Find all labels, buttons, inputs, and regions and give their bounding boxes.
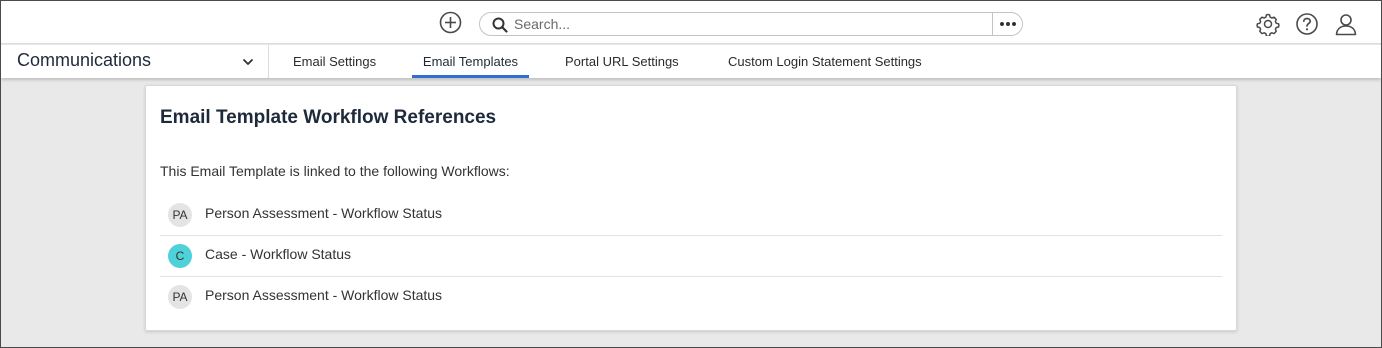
add-button[interactable] xyxy=(439,11,462,34)
workflow-list-item[interactable]: PA Person Assessment - Workflow Status xyxy=(160,195,1222,236)
search-input[interactable] xyxy=(514,14,984,34)
workflow-name[interactable]: Person Assessment - Workflow Status xyxy=(205,287,442,303)
card-title: Email Template Workflow References xyxy=(160,107,497,128)
workflow-list-item[interactable]: C Case - Workflow Status xyxy=(160,236,1222,277)
module-name: Communications xyxy=(17,50,152,70)
tab-email-templates[interactable]: Email Templates xyxy=(412,45,529,78)
plus-circle-icon xyxy=(439,11,462,34)
card-description: This Email Template is linked to the fol… xyxy=(160,163,510,179)
top-bar xyxy=(1,1,1381,44)
settings-button[interactable] xyxy=(1256,12,1280,38)
tab-label: Portal URL Settings xyxy=(565,54,679,69)
module-navigation-bar: Communications Email Settings Email Temp… xyxy=(1,45,1381,78)
search-box[interactable] xyxy=(479,12,1023,36)
workflow-name[interactable]: Person Assessment - Workflow Status xyxy=(205,205,442,221)
profile-button[interactable] xyxy=(1334,12,1358,36)
workflow-list-item[interactable]: PA Person Assessment - Workflow Status xyxy=(160,277,1222,318)
search-icon xyxy=(492,17,508,33)
tab-custom-login-statement-settings[interactable]: Custom Login Statement Settings xyxy=(728,45,922,78)
gear-icon xyxy=(1256,13,1280,38)
module-selector[interactable]: Communications xyxy=(1,45,269,78)
avatar: PA xyxy=(168,285,192,309)
avatar: PA xyxy=(168,203,192,227)
workflow-name[interactable]: Case - Workflow Status xyxy=(205,246,351,262)
search-options-button[interactable] xyxy=(992,13,1022,35)
tab-portal-url-settings[interactable]: Portal URL Settings xyxy=(565,45,679,78)
workflow-references-card: Email Template Workflow References This … xyxy=(145,85,1237,331)
tab-label: Email Settings xyxy=(293,54,377,69)
chevron-down-icon xyxy=(243,59,253,65)
avatar: C xyxy=(168,244,192,268)
tab-email-settings[interactable]: Email Settings xyxy=(293,45,376,78)
tab-label: Custom Login Statement Settings xyxy=(728,54,922,69)
user-icon xyxy=(1335,14,1357,36)
ellipsis-icon xyxy=(999,22,1016,26)
tab-label: Email Templates xyxy=(422,54,519,69)
workflow-list: PA Person Assessment - Workflow Status C… xyxy=(160,195,1222,318)
help-button[interactable] xyxy=(1295,12,1319,36)
help-icon xyxy=(1296,13,1318,35)
